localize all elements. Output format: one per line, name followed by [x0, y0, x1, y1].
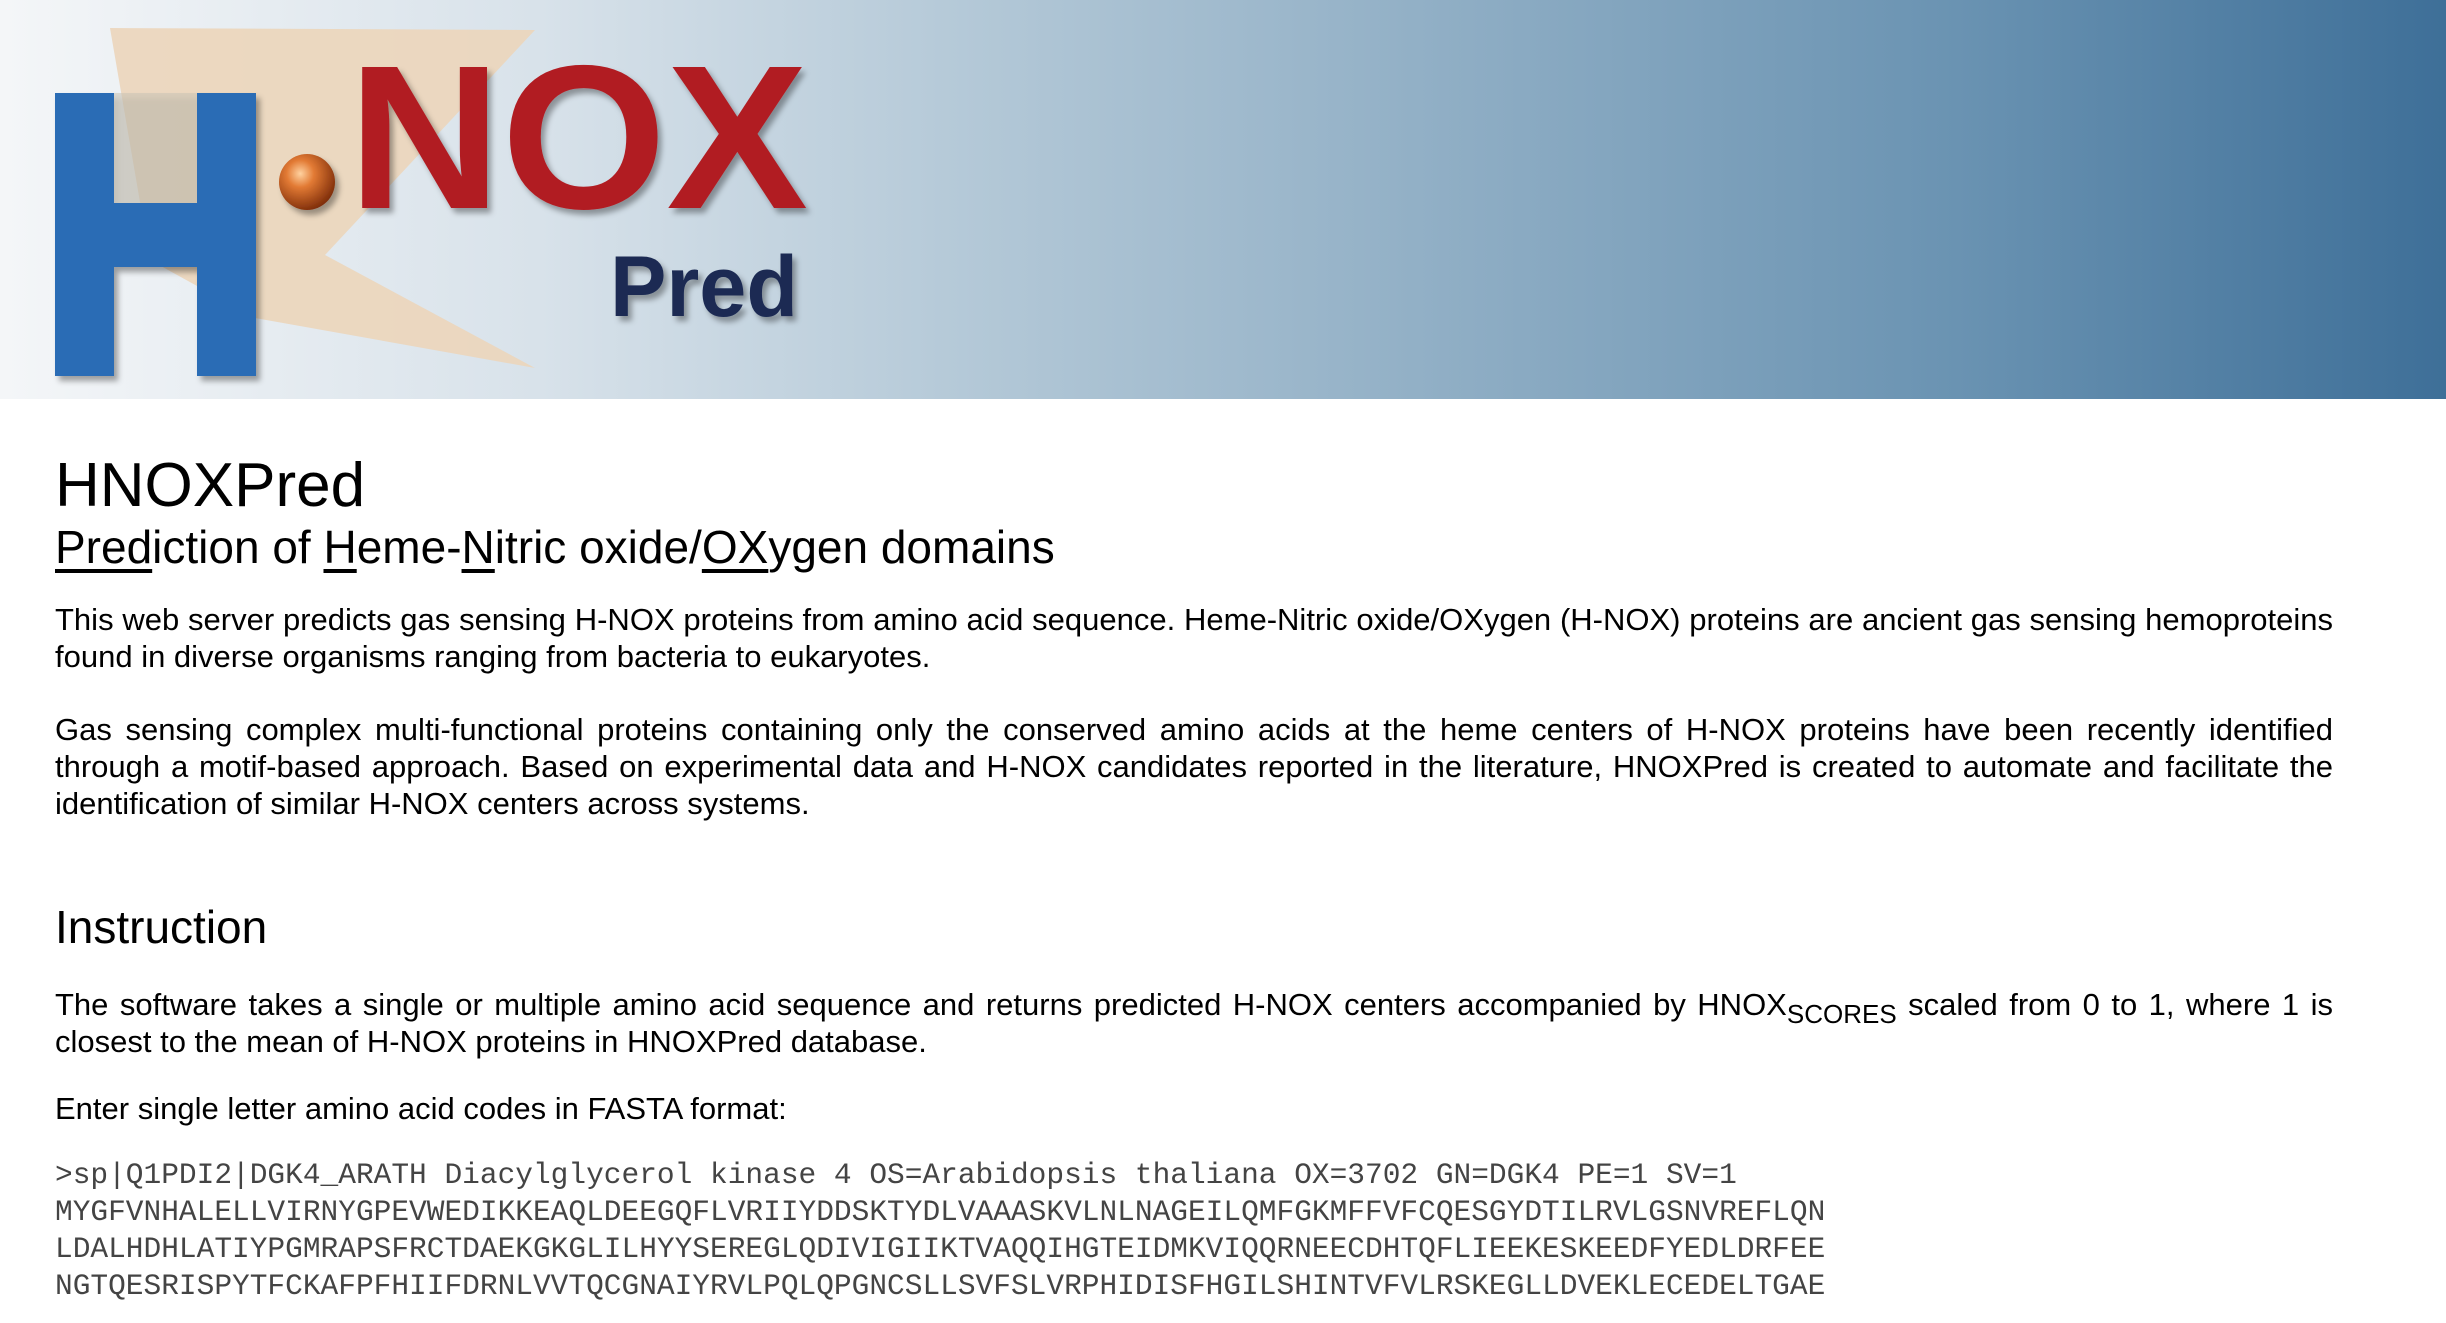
- logo-h-letter: [55, 93, 256, 376]
- fasta-input-label: Enter single letter amino acid codes in …: [55, 1090, 787, 1126]
- subtitle-n: N: [461, 521, 495, 574]
- page-subtitle: Prediction of Heme-Nitric oxide/OXygen d…: [55, 520, 2333, 575]
- main-content: HNOXPred Prediction of Heme-Nitric oxide…: [55, 451, 2333, 1305]
- subtitle-pred: Pred: [55, 521, 153, 574]
- fasta-sequence-input[interactable]: >sp|Q1PDI2|DGK4_ARATH Diacylglycerol kin…: [55, 1157, 2333, 1305]
- instruction-text: The software takes a single or multiple …: [55, 986, 2333, 1060]
- subtitle-ox: OX: [701, 521, 769, 574]
- subtitle-part: eme-: [356, 521, 462, 574]
- instruction-text-part: The software takes a single or multiple …: [55, 986, 1787, 1022]
- instruction-subscript: SCORES: [1786, 998, 1897, 1029]
- logo-text-nox: NOX: [348, 23, 808, 252]
- subtitle-part: iction of: [152, 521, 324, 574]
- logo-sphere: [279, 154, 335, 210]
- intro-paragraph: This web server predicts gas sensing H-N…: [55, 602, 2333, 675]
- header-banner: NOX Pred: [0, 0, 2446, 399]
- instruction-heading: Instruction: [55, 901, 268, 954]
- hnox-pred-logo: NOX Pred: [55, 23, 808, 376]
- logo-text-pred: Pred: [610, 239, 798, 335]
- subtitle-h: H: [323, 521, 357, 574]
- intro-paragraph: Gas sensing complex multi-functional pro…: [55, 712, 2333, 822]
- subtitle-part: ygen domains: [768, 521, 1055, 574]
- page-title: HNOXPred: [55, 451, 366, 520]
- subtitle-part: itric oxide/: [494, 521, 702, 574]
